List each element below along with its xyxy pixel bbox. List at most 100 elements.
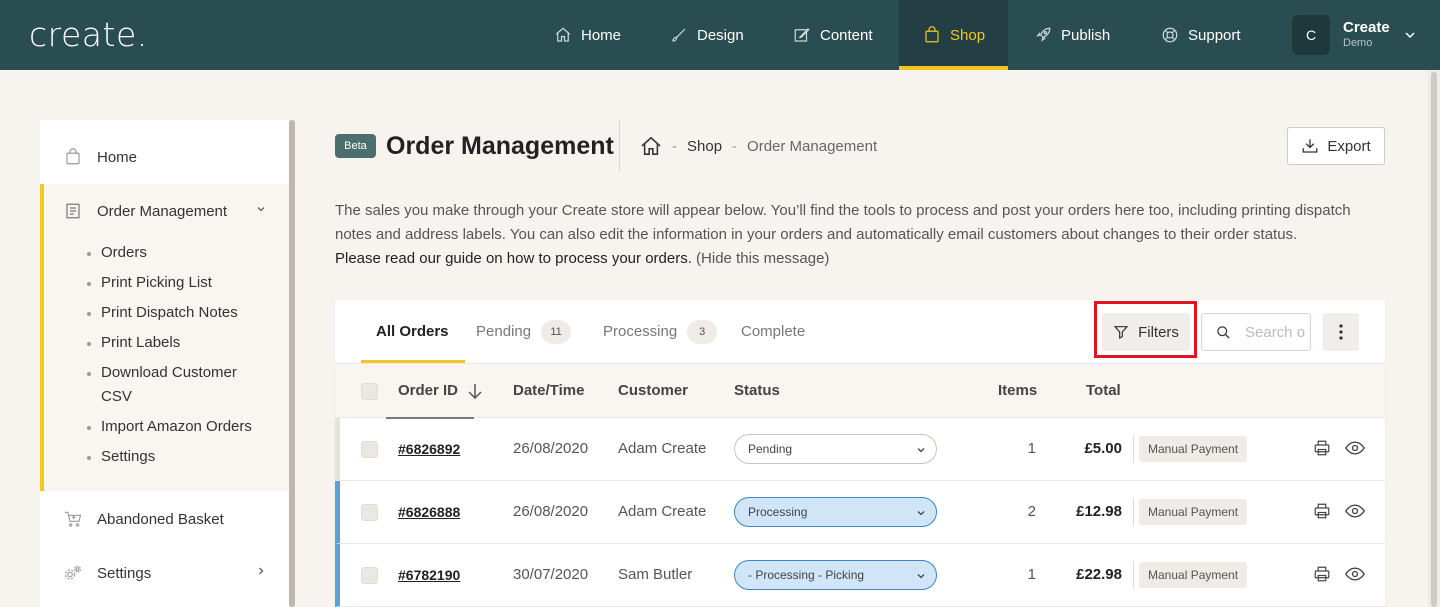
table-row[interactable]: #6782190 30/07/2020 Sam Butler - Process…	[335, 544, 1385, 607]
tab-pending[interactable]: Pending 11	[476, 300, 572, 363]
sidebar-item-settings[interactable]: Settings	[40, 546, 289, 600]
sidebar-item-label: Abandoned Basket	[97, 510, 224, 528]
chevron-down-icon	[917, 509, 925, 517]
search-icon	[1216, 325, 1231, 340]
export-label: Export	[1327, 137, 1371, 155]
sidebar-sub-import-amazon-orders[interactable]: Import Amazon Orders	[87, 415, 271, 439]
export-button[interactable]: Export	[1287, 127, 1385, 165]
sidebar-sub-print-picking-list[interactable]: Print Picking List	[87, 271, 271, 295]
breadcrumb-separator: -	[672, 137, 677, 155]
account-menu[interactable]: C Create Demo	[1292, 15, 1416, 55]
avatar: C	[1292, 15, 1330, 55]
column-total[interactable]: Total	[1086, 382, 1121, 400]
search-box[interactable]	[1201, 313, 1311, 351]
sidebar-sub-print-labels[interactable]: Print Labels	[87, 331, 271, 355]
order-id-link[interactable]: #6782190	[398, 566, 460, 584]
status-value: Processing	[748, 505, 808, 519]
nav-content-label: Content	[820, 26, 873, 44]
divider	[1133, 561, 1134, 589]
sidebar-scrollbar[interactable]	[289, 120, 295, 607]
printer-icon[interactable]	[1313, 502, 1331, 520]
tab-complete[interactable]: Complete	[741, 300, 805, 363]
sidebar-sub-settings[interactable]: Settings	[87, 445, 271, 469]
table-row[interactable]: #6826888 26/08/2020 Adam Create Processi…	[335, 481, 1385, 544]
header-divider	[619, 120, 620, 172]
order-items: 2	[1027, 503, 1036, 520]
status-select[interactable]: - Processing - Picking	[734, 560, 937, 590]
nav-shop-label: Shop	[950, 26, 986, 44]
row-checkbox[interactable]	[361, 504, 378, 521]
eye-icon[interactable]	[1345, 502, 1365, 520]
nav-home[interactable]: Home	[553, 0, 621, 70]
home-icon[interactable]	[640, 136, 662, 156]
sidebar-item-home[interactable]: Home	[40, 130, 289, 184]
order-total: £12.98	[1076, 503, 1122, 520]
hide-message-link[interactable]: (Hide this message)	[696, 250, 829, 267]
nav-support[interactable]: Support	[1160, 0, 1241, 70]
order-items: 1	[1027, 566, 1036, 583]
sidebar-sub-download-customer-csv[interactable]: Download Customer CSV	[87, 361, 251, 409]
sidebar-item-order-management[interactable]: Order Management	[40, 184, 289, 238]
status-value: Pending	[748, 442, 793, 456]
column-order-id[interactable]: Order ID	[398, 382, 482, 400]
guide-link[interactable]: Please read our guide on how to process …	[335, 250, 692, 267]
row-checkbox[interactable]	[361, 567, 378, 584]
create-logo[interactable]: create.	[29, 13, 148, 57]
order-customer: Sam Butler	[618, 566, 693, 583]
account-plan: Demo	[1343, 37, 1373, 50]
tab-processing[interactable]: Processing 3	[603, 300, 718, 363]
breadcrumb-shop[interactable]: Shop	[687, 138, 722, 155]
page-scrollbar[interactable]	[1428, 70, 1440, 607]
more-options-button[interactable]	[1323, 313, 1359, 351]
nav-support-label: Support	[1188, 26, 1241, 44]
order-id-link[interactable]: #6826888	[398, 503, 460, 521]
search-input[interactable]	[1245, 323, 1305, 341]
tab-label: Complete	[741, 323, 806, 340]
intro-line: The sales you make through your Create s…	[335, 202, 1351, 219]
top-navigation-bar: create. Home Design Content Shop Publish	[0, 0, 1440, 70]
column-items[interactable]: Items	[998, 382, 1037, 400]
payment-badge: Manual Payment	[1139, 436, 1248, 462]
eye-icon[interactable]	[1345, 565, 1365, 583]
order-customer: Adam Create	[618, 440, 707, 457]
chevron-right-icon	[255, 565, 267, 577]
tab-count-badge: 3	[687, 319, 718, 344]
sidebar-sub-print-dispatch-notes[interactable]: Print Dispatch Notes	[87, 301, 271, 325]
table-row[interactable]: #6826892 26/08/2020 Adam Create Pending …	[335, 418, 1385, 481]
chevron-down-icon	[1404, 29, 1416, 41]
sidebar-item-abandoned-basket[interactable]: Abandoned Basket	[40, 492, 289, 546]
status-select[interactable]: Pending	[734, 434, 937, 464]
column-customer[interactable]: Customer	[618, 382, 688, 400]
order-date: 26/08/2020	[513, 503, 589, 520]
nav-design[interactable]: Design	[669, 0, 744, 70]
order-date: 26/08/2020	[513, 440, 589, 457]
intro-message: The sales you make through your Create s…	[335, 199, 1385, 271]
rocket-icon	[1033, 25, 1053, 45]
download-icon	[1301, 137, 1319, 155]
status-select[interactable]: Processing	[734, 497, 937, 527]
intro-line: notes and address labels. You can also e…	[335, 226, 1298, 243]
beta-badge: Beta	[335, 134, 376, 158]
eye-icon[interactable]	[1345, 439, 1365, 457]
nav-design-label: Design	[697, 26, 744, 44]
nav-publish-label: Publish	[1061, 26, 1111, 44]
column-date-time[interactable]: Date/Time	[513, 382, 584, 400]
nav-content[interactable]: Content	[792, 0, 873, 70]
tab-all-orders[interactable]: All Orders	[361, 300, 464, 363]
home-icon	[553, 25, 573, 45]
edit-icon	[792, 25, 812, 45]
sidebar-sub-orders[interactable]: Orders	[87, 241, 271, 265]
lifebuoy-icon	[1160, 25, 1180, 45]
row-checkbox[interactable]	[361, 441, 378, 458]
nav-shop[interactable]: Shop	[899, 0, 1008, 70]
order-id-link[interactable]: #6826892	[398, 440, 460, 458]
column-status[interactable]: Status	[734, 382, 780, 400]
tab-label: All Orders	[376, 323, 449, 340]
select-all-checkbox[interactable]	[361, 383, 378, 400]
printer-icon[interactable]	[1313, 565, 1331, 583]
chevron-down-icon	[917, 572, 925, 580]
printer-icon[interactable]	[1313, 439, 1331, 457]
document-list-icon	[64, 202, 82, 220]
order-items: 1	[1027, 440, 1036, 457]
nav-publish[interactable]: Publish	[1033, 0, 1110, 70]
